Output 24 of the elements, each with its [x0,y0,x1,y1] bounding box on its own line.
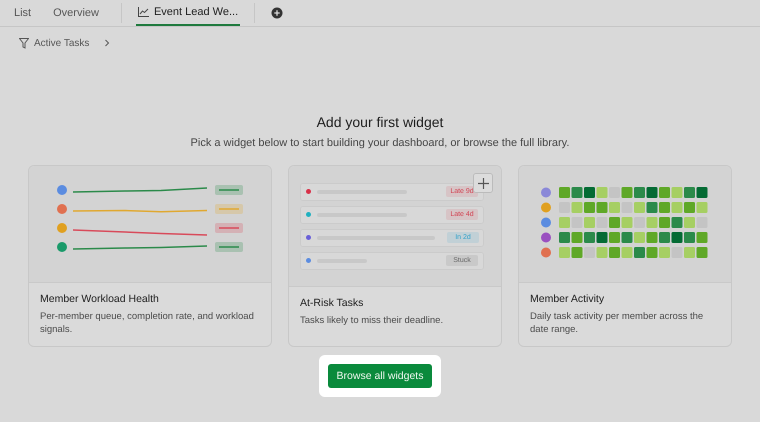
widget-description: Per-member queue, completion rate, and workload signals. [40,310,255,336]
filter-label[interactable]: Active Tasks [34,38,90,48]
tab[interactable]: Event Lead We... [136,0,240,26]
filter-icon [19,38,29,48]
status-pill [215,185,243,195]
status-pill [215,223,243,233]
tab[interactable]: Overview [53,0,99,26]
widget-description: Tasks likely to miss their deadline. [300,314,444,327]
browse-widgets-button[interactable]: Browse all widgets [328,364,432,388]
plus-icon [478,178,488,188]
tab[interactable]: List [14,0,32,26]
widget-card[interactable]: Member Activity Daily task activity per member across the date range. [518,165,732,347]
add-button[interactable] [473,173,493,193]
status-pill [215,242,243,252]
widget-title: Member Workload Health [40,293,160,305]
subheading: Pick a widget below to start building your dashboard, or browse the full library. [190,137,570,149]
widget-card[interactable]: Member Workload Health Per-member queue, completion rate, and workload signals. [28,165,272,347]
chevron-icon[interactable] [104,39,110,47]
add-icon[interactable] [271,7,284,19]
status-pill [215,204,243,214]
widget-description: Daily task activity per member across the date range. [530,310,704,336]
widget-title: Member Activity [530,293,606,305]
heading: Add your first widget [316,114,444,130]
widget-title: At-Risk Tasks [300,297,364,309]
